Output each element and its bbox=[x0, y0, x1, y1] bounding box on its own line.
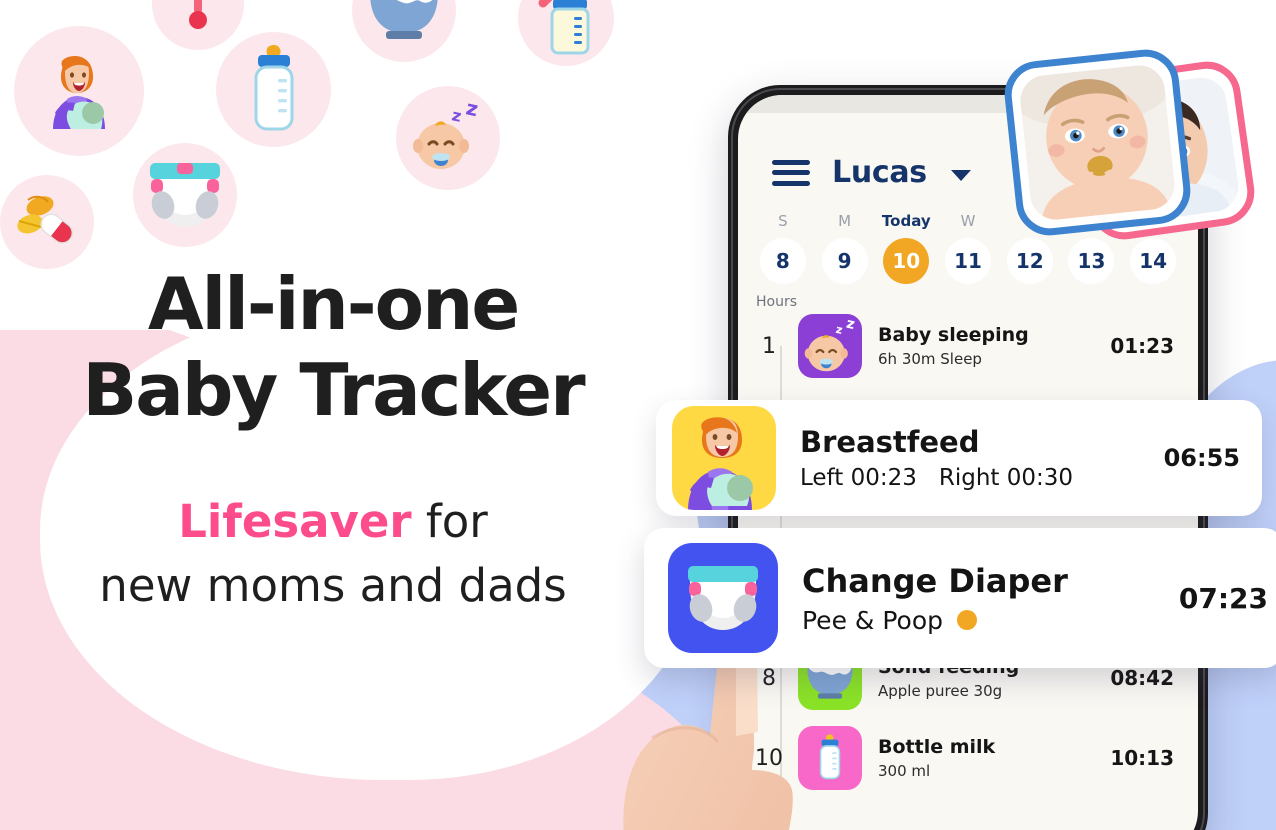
change-diaper-card[interactable]: Change Diaper Pee & Poop 07:23 bbox=[644, 528, 1276, 668]
hero-subheadline: Lifesaver for new moms and dads bbox=[0, 490, 666, 618]
week-day-number[interactable]: 9 bbox=[821, 238, 868, 284]
diaper-icon bbox=[133, 143, 237, 247]
headline-line-2: Baby Tracker bbox=[82, 348, 585, 432]
timeline-hour-marker: 1 bbox=[762, 333, 776, 359]
change-diaper-card-text: Change Diaper Pee & Poop bbox=[802, 562, 1179, 635]
baby-photo-front bbox=[1001, 46, 1194, 239]
change-diaper-card-subtitle: Pee & Poop bbox=[802, 606, 1179, 635]
diaper-icon bbox=[668, 543, 778, 653]
timeline-entry-time: 01:23 bbox=[1110, 334, 1174, 358]
baby-bottle-icon bbox=[216, 32, 331, 147]
timeline-entry-time: 10:13 bbox=[1110, 746, 1174, 770]
svg-text:z: z bbox=[845, 316, 856, 333]
chevron-down-icon[interactable] bbox=[950, 169, 971, 181]
week-day-number[interactable]: 8 bbox=[759, 238, 806, 284]
mom-breastfeeding-icon bbox=[14, 26, 144, 156]
breastfeed-card-text: Breastfeed Left 00:23 Right 00:30 bbox=[800, 425, 1164, 491]
breastfeed-card-title: Breastfeed bbox=[800, 425, 980, 459]
change-diaper-subtitle-text: Pee & Poop bbox=[802, 605, 943, 635]
pills-icon bbox=[0, 175, 94, 269]
breastfeed-right-duration: Right 00:30 bbox=[938, 465, 1074, 491]
hamburger-icon[interactable] bbox=[772, 159, 810, 186]
week-day-label: M bbox=[838, 212, 852, 230]
subheadline-line-2: new moms and dads bbox=[99, 558, 567, 612]
week-day-label: W bbox=[960, 212, 976, 230]
subheadline-accent: Lifesaver bbox=[178, 495, 412, 548]
week-day-number[interactable]: 13 bbox=[1068, 238, 1115, 284]
week-day-8[interactable]: S8 bbox=[752, 212, 814, 284]
timeline-entry-title: Baby sleeping bbox=[878, 324, 1029, 347]
sleeping-baby-icon: zz bbox=[798, 314, 862, 378]
sleeping-baby-icon: z z bbox=[396, 86, 500, 190]
headline-line-1: All-in-one bbox=[147, 262, 520, 346]
mom-breastfeeding-icon bbox=[672, 406, 776, 510]
status-badge bbox=[956, 610, 977, 630]
week-day-number[interactable]: 10 bbox=[883, 238, 930, 284]
subheadline-rest: for bbox=[411, 495, 488, 548]
week-day-number[interactable]: 14 bbox=[1130, 238, 1177, 284]
promo-banner: z z All-in-one Baby Tracker Lifesaver fo… bbox=[0, 0, 1276, 830]
svg-text:z: z bbox=[450, 105, 463, 126]
change-diaper-card-time: 07:23 bbox=[1178, 581, 1268, 615]
week-day-10[interactable]: Today 10 bbox=[875, 212, 937, 284]
hero-headline: All-in-one Baby Tracker bbox=[0, 268, 666, 426]
breastfeed-left-duration: Left 00:23 bbox=[800, 465, 917, 491]
week-day-number[interactable]: 12 bbox=[1006, 238, 1053, 284]
baby-photo-front-image bbox=[1017, 62, 1178, 223]
breastfeed-card-subtitle: Left 00:23 Right 00:30 bbox=[800, 465, 1164, 491]
svg-text:z: z bbox=[464, 98, 480, 121]
week-day-11[interactable]: W 11 bbox=[937, 212, 999, 284]
baby-name-label[interactable]: Lucas bbox=[832, 155, 927, 190]
breast-pump-bottle-icon bbox=[518, 0, 614, 66]
timeline-entry-text: Baby sleeping 6h 30m Sleep bbox=[878, 324, 1110, 368]
timeline-entry[interactable]: 1 z z Baby sleeping 6h 30m Sleep 01:23 bbox=[738, 306, 1198, 386]
svg-text:z: z bbox=[835, 323, 844, 337]
week-day-label: Today bbox=[881, 212, 931, 230]
week-day-label: S bbox=[778, 212, 788, 230]
timeline-entry-time: 08:42 bbox=[1110, 666, 1174, 690]
week-day-number[interactable]: 11 bbox=[945, 238, 992, 284]
breastfeed-card[interactable]: Breastfeed Left 00:23 Right 00:30 06:55 bbox=[656, 400, 1262, 516]
breastfeed-card-time: 06:55 bbox=[1163, 444, 1240, 472]
change-diaper-card-title: Change Diaper bbox=[802, 561, 1068, 600]
timeline-entry-subtitle: 6h 30m Sleep bbox=[878, 349, 982, 368]
week-day-9[interactable]: M9 bbox=[814, 212, 876, 284]
